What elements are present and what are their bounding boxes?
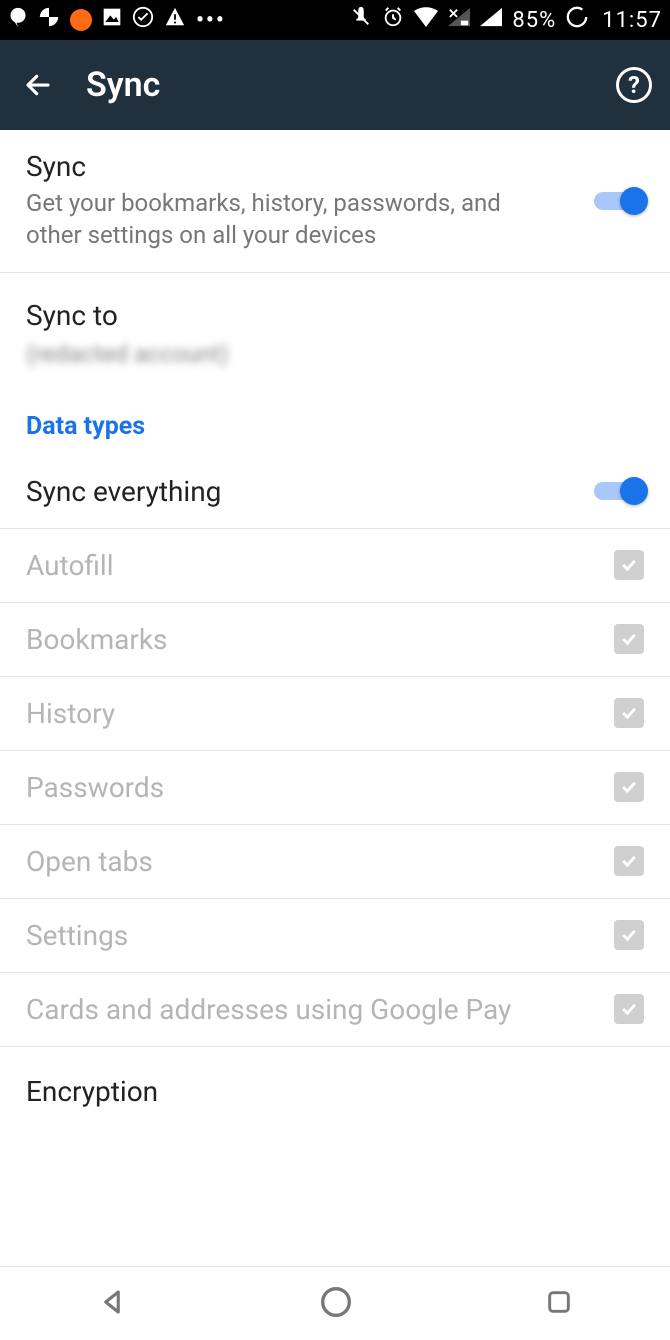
type-bookmarks-checkbox (614, 624, 644, 654)
content: Sync Get your bookmarks, history, passwo… (0, 130, 670, 1128)
type-settings-checkbox (614, 920, 644, 950)
type-history-checkbox (614, 698, 644, 728)
more-icon: ••• (196, 8, 226, 33)
nav-bar (0, 1266, 670, 1340)
section-data-types: Data types (0, 378, 670, 455)
sync-everything-toggle[interactable] (594, 477, 644, 505)
type-label: Autofill (26, 549, 614, 582)
type-settings-row: Settings (0, 899, 670, 973)
chat-icon (8, 7, 28, 33)
nav-home-button[interactable] (320, 1286, 352, 1322)
type-passwords-checkbox (614, 772, 644, 802)
type-label: Bookmarks (26, 623, 614, 656)
alarm-icon (382, 6, 404, 34)
pinwheel-icon (38, 6, 60, 34)
status-time: 11:57 (602, 8, 662, 33)
type-cards-row: Cards and addresses using Google Pay (0, 973, 670, 1047)
sync-everything-label: Sync everything (26, 475, 594, 508)
sync-to-title: Sync to (26, 299, 644, 332)
type-label: Passwords (26, 771, 614, 804)
type-autofill-checkbox (614, 550, 644, 580)
type-passwords-row: Passwords (0, 751, 670, 825)
image-icon (102, 7, 122, 33)
type-history-row: History (0, 677, 670, 751)
battery-icon (566, 6, 588, 34)
back-button[interactable] (18, 65, 58, 105)
battery-percent: 85% (512, 8, 556, 33)
type-opentabs-checkbox (614, 846, 644, 876)
sync-master-row[interactable]: Sync Get your bookmarks, history, passwo… (0, 130, 670, 273)
type-bookmarks-row: Bookmarks (0, 603, 670, 677)
nav-recent-button[interactable] (545, 1288, 573, 1320)
type-cards-checkbox (614, 994, 644, 1024)
sync-title: Sync (26, 150, 594, 183)
app-bar: Sync ? (0, 40, 670, 130)
check-circle-icon (132, 6, 154, 34)
sync-everything-row[interactable]: Sync everything (0, 455, 670, 529)
sync-subtitle: Get your bookmarks, history, passwords, … (26, 187, 546, 252)
page-title: Sync (86, 65, 616, 105)
signal-icon (480, 7, 502, 33)
sync-to-account: (redacted account) (26, 340, 644, 368)
wifi-icon (414, 7, 438, 33)
type-opentabs-row: Open tabs (0, 825, 670, 899)
type-label: Settings (26, 919, 614, 952)
type-autofill-row: Autofill (0, 529, 670, 603)
type-label: Cards and addresses using Google Pay (26, 993, 614, 1026)
signal-roaming-icon (448, 7, 470, 33)
sync-toggle[interactable] (594, 187, 644, 215)
nav-back-button[interactable] (97, 1287, 127, 1321)
type-label: Open tabs (26, 845, 614, 878)
warning-icon (164, 6, 186, 34)
sync-to-row[interactable]: Sync to (redacted account) (0, 273, 670, 378)
status-bar: ••• 85% 11:57 (0, 0, 670, 40)
encryption-row[interactable]: Encryption (0, 1047, 670, 1128)
mute-icon (350, 6, 372, 34)
help-button[interactable]: ? (616, 67, 652, 103)
encryption-label: Encryption (26, 1075, 644, 1108)
type-label: History (26, 697, 614, 730)
recording-icon (70, 9, 92, 31)
